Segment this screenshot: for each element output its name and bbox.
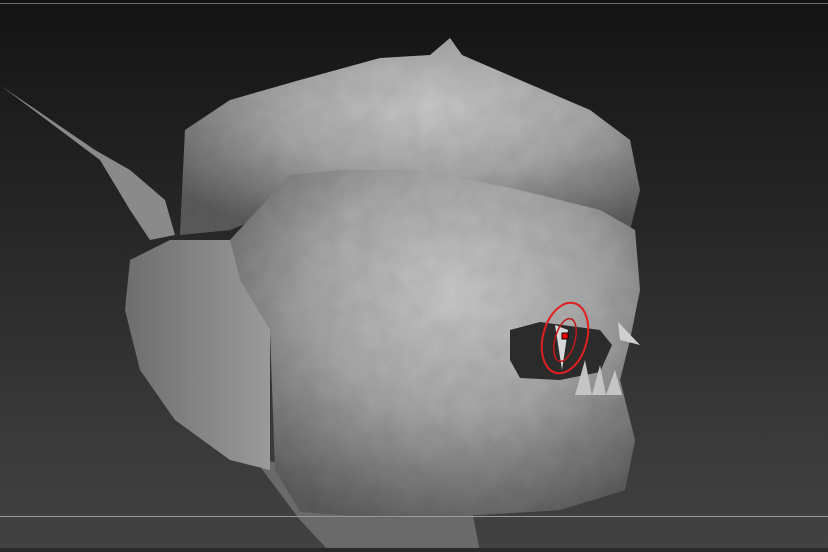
- viewport-bottom-border: [0, 516, 828, 517]
- brush-center-marker: [561, 332, 569, 340]
- ear-flap: [0, 85, 175, 240]
- viewport-bottom-strip: [0, 548, 828, 552]
- zbrush-viewport[interactable]: [0, 0, 828, 552]
- sculpt-model-canvas[interactable]: [0, 0, 828, 552]
